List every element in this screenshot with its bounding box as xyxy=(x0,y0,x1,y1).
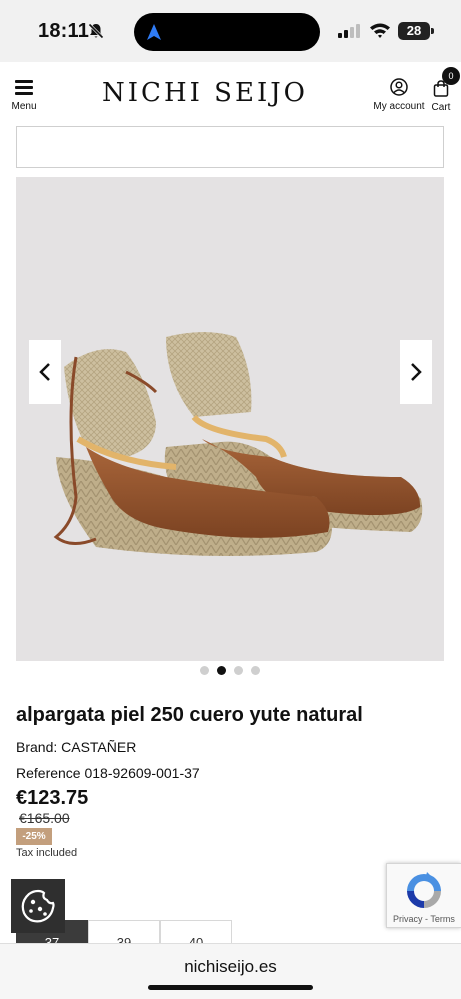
battery-icon: 28 xyxy=(398,22,430,40)
cart-count-badge: 0 xyxy=(442,67,460,85)
recaptcha-links[interactable]: Privacy - Terms xyxy=(393,914,455,924)
product-price: €123.75 xyxy=(16,787,89,809)
chevron-left-icon xyxy=(39,363,50,381)
wifi-icon xyxy=(370,23,390,38)
signal-icon xyxy=(338,24,360,38)
carousel-dot[interactable] xyxy=(251,666,260,675)
carousel-dot-active[interactable] xyxy=(217,666,226,675)
menu-button[interactable]: Menu xyxy=(8,78,40,118)
cookie-settings-button[interactable] xyxy=(11,879,65,933)
product-old-price: €165.00 xyxy=(19,810,70,826)
my-account-label: My account xyxy=(373,101,425,112)
home-indicator xyxy=(148,985,313,990)
recaptcha-badge[interactable]: Privacy - Terms xyxy=(386,863,461,928)
size-option-40[interactable]: 40 xyxy=(160,920,232,944)
carousel-dot[interactable] xyxy=(234,666,243,675)
carousel-dot[interactable] xyxy=(200,666,209,675)
product-title: alpargata piel 250 cuero yute natural xyxy=(16,704,363,726)
site-header: Menu NICHI SEIJO My account Cart xyxy=(0,62,461,128)
carousel-prev-button[interactable] xyxy=(29,340,61,404)
search-input[interactable] xyxy=(16,126,444,168)
size-option-39[interactable]: 39 xyxy=(88,920,160,944)
browser-address-bar[interactable]: nichiseijo.es xyxy=(0,943,461,999)
cookie-icon xyxy=(21,889,55,923)
carousel-next-button[interactable] xyxy=(400,340,432,404)
my-account-button[interactable]: My account xyxy=(370,78,428,118)
product-brand: Brand: CASTAÑER xyxy=(16,739,137,755)
user-icon xyxy=(390,78,408,96)
chevron-right-icon xyxy=(411,363,422,381)
discount-badge: -25% xyxy=(16,828,52,845)
hamburger-icon xyxy=(15,80,33,95)
status-bar: 18:11 28 xyxy=(0,0,461,62)
product-reference: Reference 018-92609-001-37 xyxy=(16,765,200,781)
site-logo[interactable]: NICHI SEIJO xyxy=(100,78,310,108)
battery-cap xyxy=(431,28,434,34)
carousel-dots xyxy=(200,666,262,676)
espadrille-illustration xyxy=(53,332,423,556)
location-arrow-icon xyxy=(147,24,161,40)
status-time: 18:11 xyxy=(38,20,90,42)
recaptcha-icon xyxy=(407,872,441,908)
tax-note: Tax included xyxy=(16,847,78,859)
menu-label: Menu xyxy=(11,101,37,112)
bell-slash-icon xyxy=(88,23,104,39)
product-image[interactable] xyxy=(16,177,444,661)
browser-url[interactable]: nichiseijo.es xyxy=(0,957,461,977)
cart-label: Cart xyxy=(431,102,451,113)
